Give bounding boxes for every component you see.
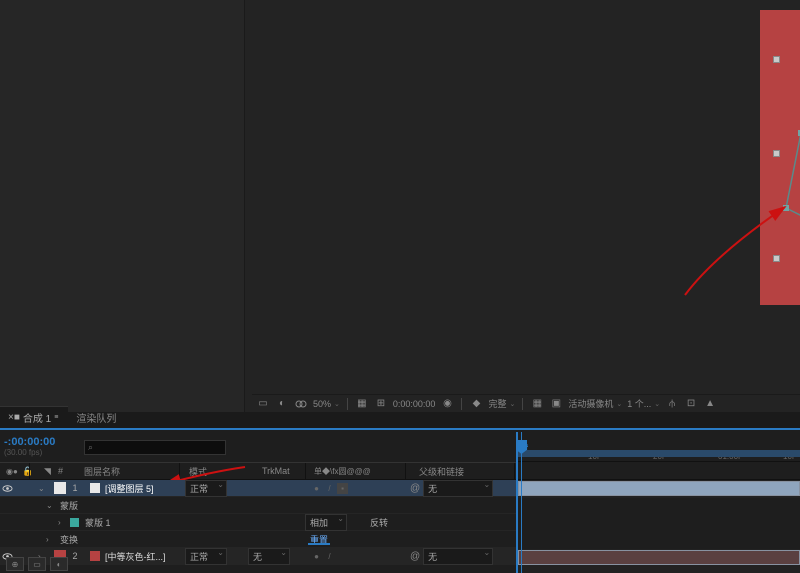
snapshot-icon[interactable]: ◉ [440,397,454,411]
visibility-eye-icon[interactable] [2,483,13,494]
tab-render-queue[interactable]: 渲染队列 [68,407,126,428]
solid-layer[interactable] [760,10,800,305]
project-panel-area [0,0,245,412]
magnify-icon[interactable]: ▭ [256,397,270,411]
timeline-tabs: ×■ 合成 1 ≡ 渲染队列 [0,412,800,430]
mask-name[interactable]: 蒙版 1 [81,516,111,529]
footer-switches: ⊕ ▭ ◐ [6,557,68,571]
pickwhip-icon[interactable]: @ [410,551,420,562]
layer-index: 1 [68,483,82,493]
zoom-dropdown[interactable]: 50%⌄ [313,399,340,409]
guides-icon[interactable]: ⊞ [374,397,388,411]
mask-invert[interactable]: 反转 [370,516,388,529]
layer-name[interactable]: [中等灰色-红...] [102,550,169,563]
pickwhip-icon[interactable]: @ [410,483,420,494]
toggle-modes-icon[interactable]: ▭ [28,557,46,571]
current-timecode[interactable]: -:00:00:00 (30.00 fps) [0,432,80,462]
trkmat-dropdown[interactable]: 无 [248,548,290,565]
lock-col-icon: 🔒 [18,466,37,477]
layer-search: ⌕ [80,432,230,462]
resolution-dropdown[interactable]: 完整⌄ [488,397,515,410]
preview-timecode: 0:00:00:00 [393,399,436,409]
fps-label: (30.00 fps) [4,448,55,457]
switch-solo[interactable]: ● [311,483,322,494]
label-color-swatch[interactable] [54,482,66,494]
switch-solo[interactable]: ● [311,551,322,562]
parent-dropdown[interactable]: 无 [423,548,493,565]
pixel-aspect-icon[interactable]: ⊡ [684,397,698,411]
transform-handle[interactable] [773,255,780,262]
tab-rq-label: 渲染队列 [76,410,116,425]
alpha-icon[interactable] [294,397,308,411]
views-dropdown[interactable]: 1 个...⌄ [627,397,660,410]
mask-mode-dropdown[interactable]: 相加 [305,514,347,531]
tab-menu-icon[interactable]: ≡ [54,414,58,421]
switch-adj[interactable]: ▪ [337,483,348,494]
resolution-icon[interactable]: ▦ [355,397,369,411]
col-trkmat: TrkMat [258,466,294,476]
timecode-value: -:00:00:00 [4,437,55,448]
parent-dropdown[interactable]: 无 [423,480,493,497]
twirl-icon[interactable]: ⌄ [46,501,56,510]
col-switches: 单◆\fx圆@@@ [310,466,375,477]
layer-name[interactable]: [调整图层 5] [102,482,157,495]
timeline-tracks[interactable]: )f 10f 20f 01:00f 10f [516,432,800,573]
blend-mode-dropdown[interactable]: 正常 [185,480,227,497]
time-ruler[interactable]: )f 10f 20f 01:00f 10f [518,432,800,462]
channel-icon[interactable]: ▣ [549,397,563,411]
layer-index: 2 [68,551,82,561]
switch-fx[interactable]: / [324,483,335,494]
viewer-toolbar: ▭ ◐ 50%⌄ ▦ ⊞ 0:00:00:00 ◉ ◆ 完整⌄ ▦ ▣ 活动摄像… [252,394,800,412]
view-options-icon[interactable]: ⫛ [665,397,679,411]
timeline-panel: -:00:00:00 (30.00 fps) ⌕ ⬡ ❖ ⧉ ◈ ◉ ⊞ ◐ ◉… [0,432,800,573]
transform-handle[interactable] [773,150,780,157]
blend-mode-dropdown[interactable]: 正常 [185,548,227,565]
col-parent: 父级和链接 [415,465,468,478]
toggle-switches-icon[interactable]: ⊕ [6,557,24,571]
col-num: # [54,466,67,476]
twirl-icon[interactable]: ⌄ [38,484,48,493]
layer-track-bar[interactable] [518,550,800,565]
col-mode: 模式 [185,465,211,478]
viewport [0,0,800,412]
grid-icon[interactable]: ▦ [530,397,544,411]
camera-dropdown[interactable]: 活动摄像机⌄ [568,397,622,410]
current-time-indicator[interactable] [521,432,522,573]
render-icon: ×■ [8,412,20,423]
region-icon[interactable]: ◆ [469,397,483,411]
tab-comp-label: 合成 1 [23,410,51,425]
layer-type-icon [90,483,100,493]
mask-mode-icon[interactable]: ◐ [275,397,289,411]
search-icon: ⌕ [88,442,93,453]
search-input[interactable] [84,440,226,455]
toggle-in-out-icon[interactable]: ◐ [50,557,68,571]
mask-color-swatch[interactable] [70,518,79,527]
label-col-icon: ◥ [40,466,55,477]
twirl-icon[interactable]: › [58,518,68,527]
transform-handle[interactable] [773,56,780,63]
transform-label: 变换 [56,533,78,546]
twirl-icon[interactable]: › [46,535,56,544]
layer-track-bar[interactable] [518,481,800,496]
col-layer-name: 图层名称 [80,465,124,478]
switch-fx[interactable]: / [324,551,335,562]
layer-type-icon [90,551,100,561]
masks-label: 蒙版 [56,499,78,512]
tab-composition[interactable]: ×■ 合成 1 ≡ [0,406,68,428]
fast-preview-icon[interactable]: ▲ [703,397,717,411]
composition-viewer[interactable] [245,0,800,412]
